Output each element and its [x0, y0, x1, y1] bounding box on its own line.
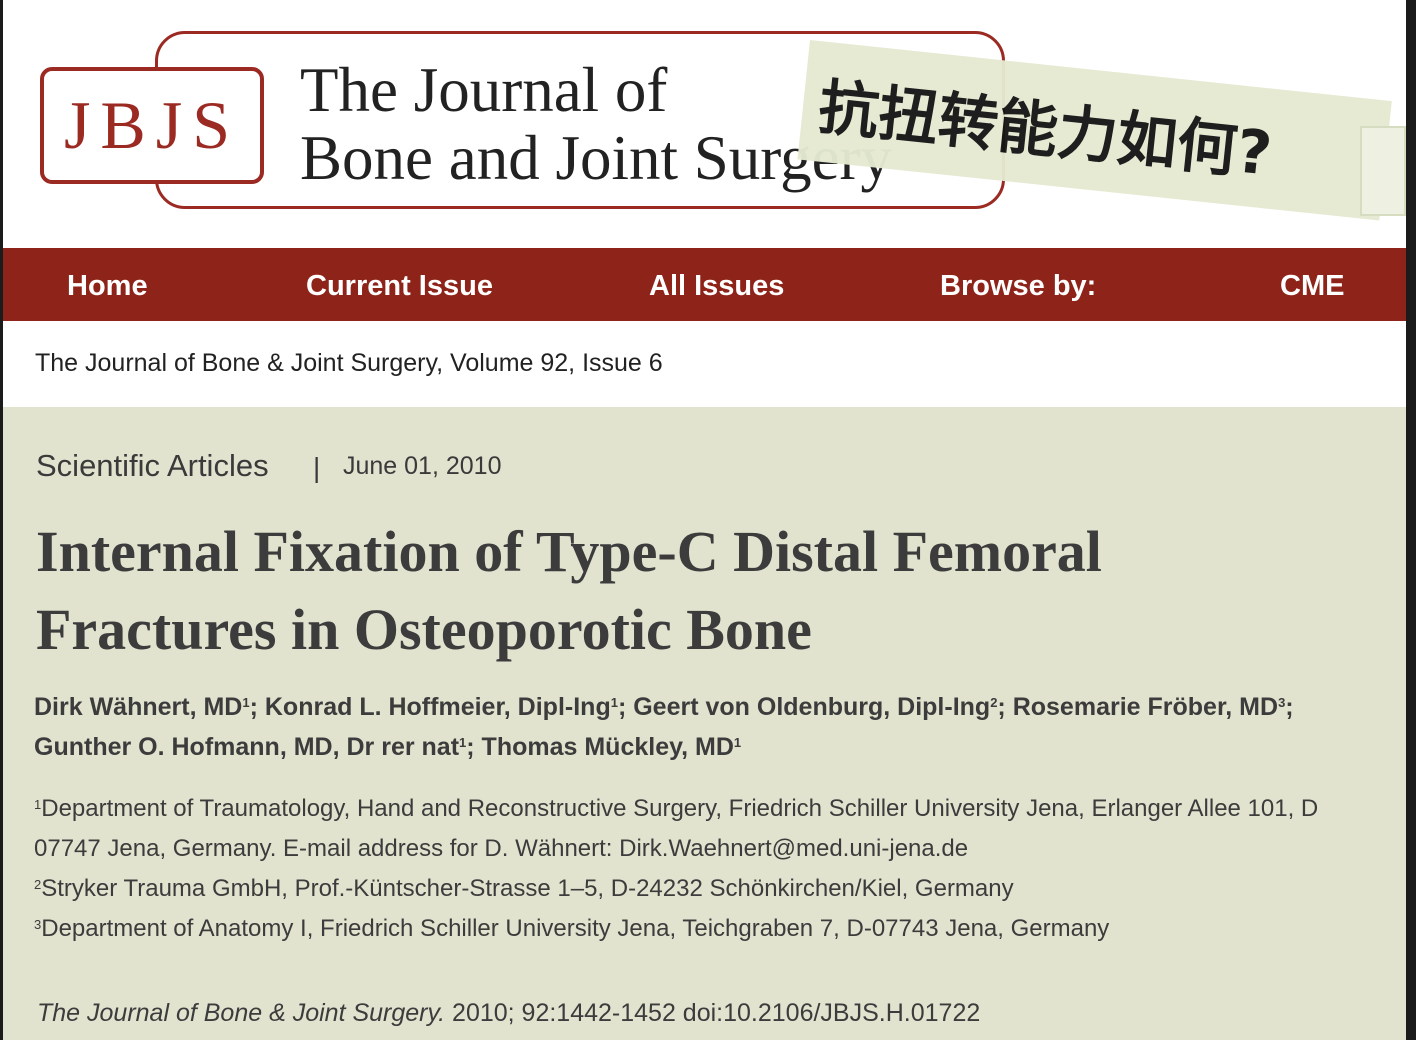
- author-separator: ;: [1285, 693, 1294, 721]
- article-title-line-2: Fractures in Osteoporotic Bone: [36, 597, 812, 662]
- affiliation-item: 2Stryker Trauma GmbH, Prof.-Küntscher-St…: [34, 869, 1406, 909]
- breadcrumb[interactable]: The Journal of Bone & Joint Surgery, Vol…: [35, 349, 663, 378]
- nav-current-issue[interactable]: Current Issue: [306, 248, 493, 321]
- nav-browse-by[interactable]: Browse by:: [940, 248, 1096, 321]
- nav-all-issues[interactable]: All Issues: [649, 248, 784, 321]
- nav-cme[interactable]: CME: [1280, 248, 1344, 321]
- author-separator: ;: [997, 693, 1013, 721]
- nav-home[interactable]: Home: [67, 248, 148, 321]
- author-name[interactable]: Konrad L. Hoffmeier, Dipl-Ing: [265, 693, 611, 721]
- affiliation-text: 07747 Jena, Germany. E-mail address for …: [34, 835, 969, 862]
- jbjs-logo[interactable]: JBJS: [40, 67, 264, 184]
- author-line-1: Dirk Wähnert, MD1; Konrad L. Hoffmeier, …: [34, 687, 1406, 727]
- affiliation-item: 07747 Jena, Germany. E-mail address for …: [34, 829, 1406, 869]
- author-affiliation-marker: 3: [1278, 695, 1286, 710]
- author-name[interactable]: Gunther O. Hofmann, MD, Dr rer nat: [34, 733, 459, 761]
- article-section: Scientific Articles: [36, 448, 269, 483]
- article-title: Internal Fixation of Type-C Distal Femor…: [36, 513, 1102, 669]
- author-name[interactable]: Geert von Oldenburg, Dipl-Ing: [633, 693, 990, 721]
- author-name[interactable]: Dirk Wähnert, MD: [34, 693, 242, 721]
- main-nav: Home Current Issue All Issues Browse by:…: [3, 248, 1406, 321]
- author-separator: ;: [249, 693, 265, 721]
- affiliation-text: Stryker Trauma GmbH, Prof.-Küntscher-Str…: [41, 875, 1014, 902]
- author-name[interactable]: Rosemarie Fröber, MD: [1013, 693, 1278, 721]
- author-separator: ;: [466, 733, 482, 761]
- window-frame-right: [1406, 0, 1416, 1040]
- affiliation-list: 1Department of Traumatology, Hand and Re…: [34, 789, 1406, 949]
- affiliation-marker: 1: [34, 797, 42, 812]
- affiliation-text: Department of Traumatology, Hand and Rec…: [41, 795, 1319, 822]
- jbjs-logo-text: JBJS: [63, 87, 241, 163]
- affiliation-marker: 2: [34, 877, 42, 892]
- author-name[interactable]: Thomas Mückley, MD: [482, 733, 734, 761]
- author-line-2: Gunther O. Hofmann, MD, Dr rer nat1; Tho…: [34, 727, 1406, 767]
- affiliation-item: 3Department of Anatomy I, Friedrich Schi…: [34, 909, 1406, 949]
- article-title-line-1: Internal Fixation of Type-C Distal Femor…: [36, 519, 1102, 584]
- section-date-separator: |: [313, 452, 321, 483]
- citation-journal: The Journal of Bone & Joint Surgery.: [37, 999, 446, 1027]
- citation-details[interactable]: 2010; 92:1442-1452 doi:10.2106/JBJS.H.01…: [452, 999, 980, 1027]
- citation: The Journal of Bone & Joint Surgery. 201…: [37, 999, 980, 1028]
- affiliation-text: Department of Anatomy I, Friedrich Schil…: [41, 915, 1110, 942]
- author-affiliation-marker: 1: [610, 695, 618, 710]
- author-affiliation-marker: 1: [459, 735, 467, 750]
- author-affiliation-marker: 1: [733, 735, 742, 750]
- author-affiliation-marker: 2: [990, 695, 998, 710]
- author-affiliation-marker: 1: [242, 695, 250, 710]
- affiliation-marker: 3: [34, 917, 42, 932]
- affiliation-item: 1Department of Traumatology, Hand and Re…: [34, 789, 1406, 829]
- publication-date: June 01, 2010: [343, 452, 502, 480]
- author-list: Dirk Wähnert, MD1; Konrad L. Hoffmeier, …: [34, 687, 1406, 767]
- overlay-corner-box: [1360, 126, 1406, 216]
- author-separator: ;: [617, 693, 634, 721]
